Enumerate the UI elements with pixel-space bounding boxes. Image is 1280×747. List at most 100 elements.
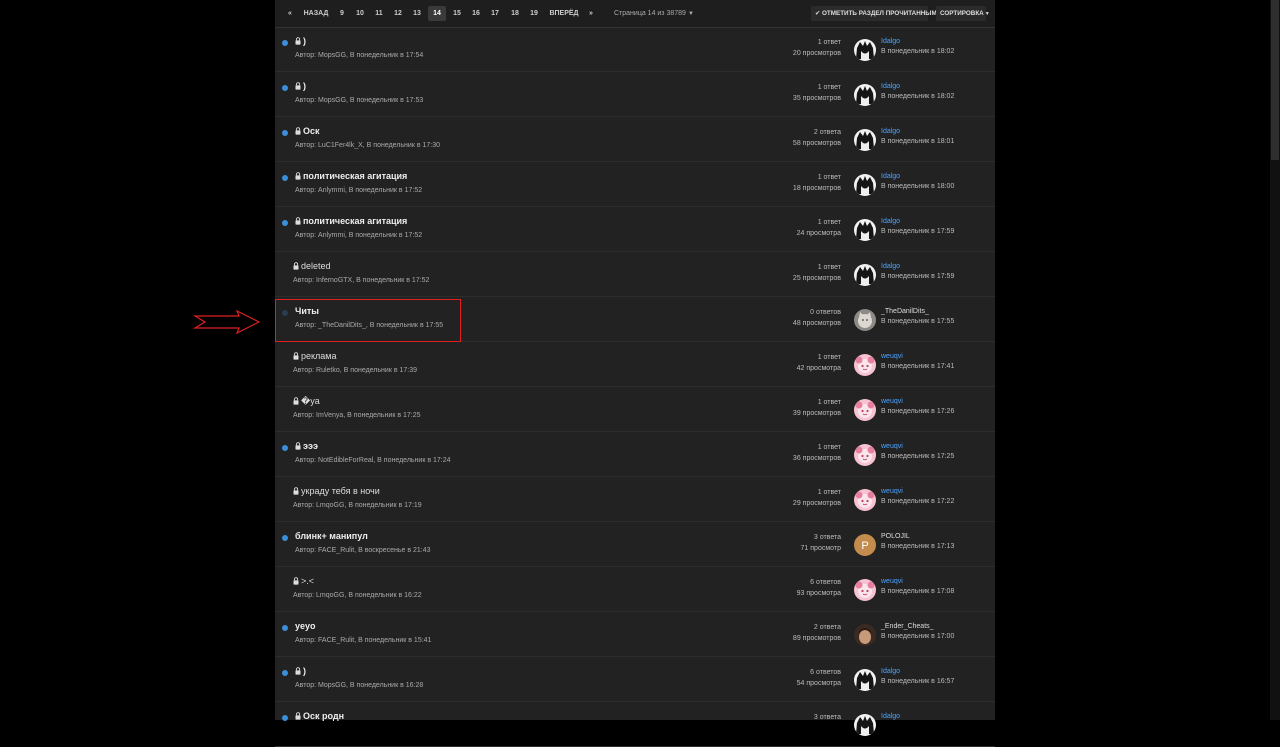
last-post-time[interactable]: В понедельник в 17:25	[881, 452, 954, 462]
avatar[interactable]	[854, 39, 876, 61]
page-link[interactable]: 15	[449, 6, 465, 21]
last-poster-link[interactable]: Idalgo	[881, 37, 954, 47]
unread-indicator-icon[interactable]	[282, 130, 288, 136]
topic-title-link[interactable]: политическая агитация	[295, 170, 407, 182]
topic-row[interactable]: украду тебя в ночи Автор: LmqoGG, В понед…	[275, 477, 995, 522]
avatar[interactable]	[854, 264, 876, 286]
last-poster-link[interactable]: Idalgo	[881, 712, 900, 722]
topic-title-link[interactable]: Оск	[295, 125, 320, 137]
unread-indicator-icon[interactable]	[282, 670, 288, 676]
first-page-button[interactable]: «	[283, 6, 297, 21]
page-jump-dropdown[interactable]: Страница 14 из 38789 ▼	[614, 6, 694, 21]
topic-title-link[interactable]: )	[295, 80, 306, 92]
avatar[interactable]	[854, 84, 876, 106]
last-poster-link[interactable]: weuqvi	[881, 352, 954, 362]
topic-row[interactable]: эээ Автор: NotEdibleForReal, В понедельни…	[275, 432, 995, 477]
last-post-time[interactable]: В понедельник в 18:02	[881, 47, 954, 57]
topic-title-link[interactable]: deleted	[293, 260, 331, 272]
unread-indicator-icon[interactable]	[282, 85, 288, 91]
last-post-time[interactable]: В понедельник в 16:57	[881, 677, 954, 687]
last-post-time[interactable]: В понедельник в 18:00	[881, 182, 954, 192]
topic-title-link[interactable]: реклама	[293, 350, 337, 362]
last-poster-link[interactable]: Idalgo	[881, 172, 954, 182]
avatar[interactable]	[854, 129, 876, 151]
topic-title-link[interactable]: эээ	[295, 440, 318, 452]
next-page-button[interactable]: ВПЕРЁД	[547, 6, 581, 21]
last-page-button[interactable]: »	[584, 6, 598, 21]
mark-read-button[interactable]: ✔ ОТМЕТИТЬ РАЗДЕЛ ПРОЧИТАННЫМ	[811, 6, 937, 21]
avatar[interactable]	[854, 489, 876, 511]
last-post-time[interactable]: В понедельник в 18:02	[881, 92, 954, 102]
topic-row[interactable]: ) Автор: MopsGG, В понедельник в 17:53 1 о…	[275, 72, 995, 117]
unread-indicator-icon[interactable]	[282, 715, 288, 721]
topic-row[interactable]: блинк+ манипул Автор: FACE_Rulit, В воскр…	[275, 522, 995, 567]
last-poster-link[interactable]: weuqvi	[881, 397, 954, 407]
avatar[interactable]: P	[854, 534, 876, 556]
avatar[interactable]	[854, 624, 876, 646]
avatar[interactable]	[854, 714, 876, 736]
topic-title-link[interactable]: )	[295, 35, 306, 47]
last-post-time[interactable]: В понедельник в 17:55	[881, 317, 954, 327]
avatar[interactable]	[854, 579, 876, 601]
current-page-link[interactable]: 14	[428, 6, 446, 21]
sort-dropdown[interactable]: СОРТИРОВКА▼	[936, 6, 990, 21]
last-post-time[interactable]: В понедельник в 17:59	[881, 227, 954, 237]
topic-row[interactable]: политическая агитация Автор: Anlymmi, В п…	[275, 207, 995, 252]
last-poster-link[interactable]: POLOJIL	[881, 532, 954, 542]
last-poster-link[interactable]: Idalgo	[881, 667, 954, 677]
page-link[interactable]: 16	[468, 6, 484, 21]
last-poster-link[interactable]: Idalgo	[881, 262, 954, 272]
topic-row[interactable]: yeyo Автор: FACE_Rulit, В понедельник в 1…	[275, 612, 995, 657]
last-poster-link[interactable]: Idalgo	[881, 82, 954, 92]
topic-row[interactable]: политическая агитация Автор: Anlymmi, В п…	[275, 162, 995, 207]
avatar[interactable]	[854, 669, 876, 691]
scrollbar-thumb[interactable]	[1271, 0, 1279, 160]
topic-row[interactable]: ) Автор: MopsGG, В понедельник в 16:28 6 о…	[275, 657, 995, 702]
last-poster-link[interactable]: Idalgo	[881, 127, 954, 137]
avatar[interactable]	[854, 174, 876, 196]
page-link[interactable]: 18	[507, 6, 523, 21]
topic-row[interactable]: реклама Автор: Ruletko, В понедельник в 1…	[275, 342, 995, 387]
topic-title-link[interactable]: )	[295, 665, 306, 677]
unread-indicator-icon[interactable]	[282, 175, 288, 181]
last-post-time[interactable]: В понедельник в 17:41	[881, 362, 954, 372]
topic-row[interactable]: Оск родн 3 ответа Idalgo	[275, 702, 995, 747]
last-poster-link[interactable]: _TheDanilDits_	[881, 307, 954, 317]
last-poster-link[interactable]: weuqvi	[881, 442, 954, 452]
avatar[interactable]	[854, 309, 876, 331]
last-post-time[interactable]: В понедельник в 17:22	[881, 497, 954, 507]
last-post-time[interactable]: В понедельник в 17:00	[881, 632, 954, 642]
topic-title-link[interactable]: yeyo	[295, 620, 316, 632]
unread-indicator-icon[interactable]	[282, 220, 288, 226]
topic-row[interactable]: Оск Автор: LuC1Fer4lk_X, В понедельник в …	[275, 117, 995, 162]
page-link[interactable]: 9	[335, 6, 349, 21]
unread-indicator-icon[interactable]	[282, 445, 288, 451]
avatar[interactable]	[854, 354, 876, 376]
unread-indicator-icon[interactable]	[282, 535, 288, 541]
last-poster-link[interactable]: weuqvi	[881, 487, 954, 497]
topic-row[interactable]: >.< Автор: LmqoGG, В понедельник в 16:22 6…	[275, 567, 995, 612]
page-scrollbar[interactable]	[1270, 0, 1280, 720]
page-link[interactable]: 10	[352, 6, 368, 21]
topic-title-link[interactable]: украду тебя в ночи	[293, 485, 380, 497]
unread-indicator-icon[interactable]	[282, 40, 288, 46]
prev-page-button[interactable]: НАЗАД	[300, 6, 332, 21]
topic-title-link[interactable]: >.<	[293, 575, 314, 587]
topic-title-link[interactable]: �ya	[293, 395, 320, 407]
page-link[interactable]: 11	[371, 6, 387, 21]
page-link[interactable]: 13	[409, 6, 425, 21]
page-link[interactable]: 19	[526, 6, 542, 21]
last-poster-link[interactable]: Idalgo	[881, 217, 954, 227]
last-post-time[interactable]: В понедельник в 17:08	[881, 587, 954, 597]
topic-title-link[interactable]: Оск родн	[295, 710, 344, 722]
page-link[interactable]: 17	[487, 6, 503, 21]
topic-row[interactable]: deleted Автор: InfernoGTX, В понедельник …	[275, 252, 995, 297]
last-post-time[interactable]: В понедельник в 17:13	[881, 542, 954, 552]
last-post-time[interactable]: В понедельник в 17:26	[881, 407, 954, 417]
avatar[interactable]	[854, 219, 876, 241]
page-link[interactable]: 12	[390, 6, 406, 21]
topic-row[interactable]: ) Автор: MopsGG, В понедельник в 17:54 1 о…	[275, 27, 995, 72]
avatar[interactable]	[854, 399, 876, 421]
last-post-time[interactable]: В понедельник в 17:59	[881, 272, 954, 282]
topic-title-link[interactable]: блинк+ манипул	[295, 530, 368, 542]
